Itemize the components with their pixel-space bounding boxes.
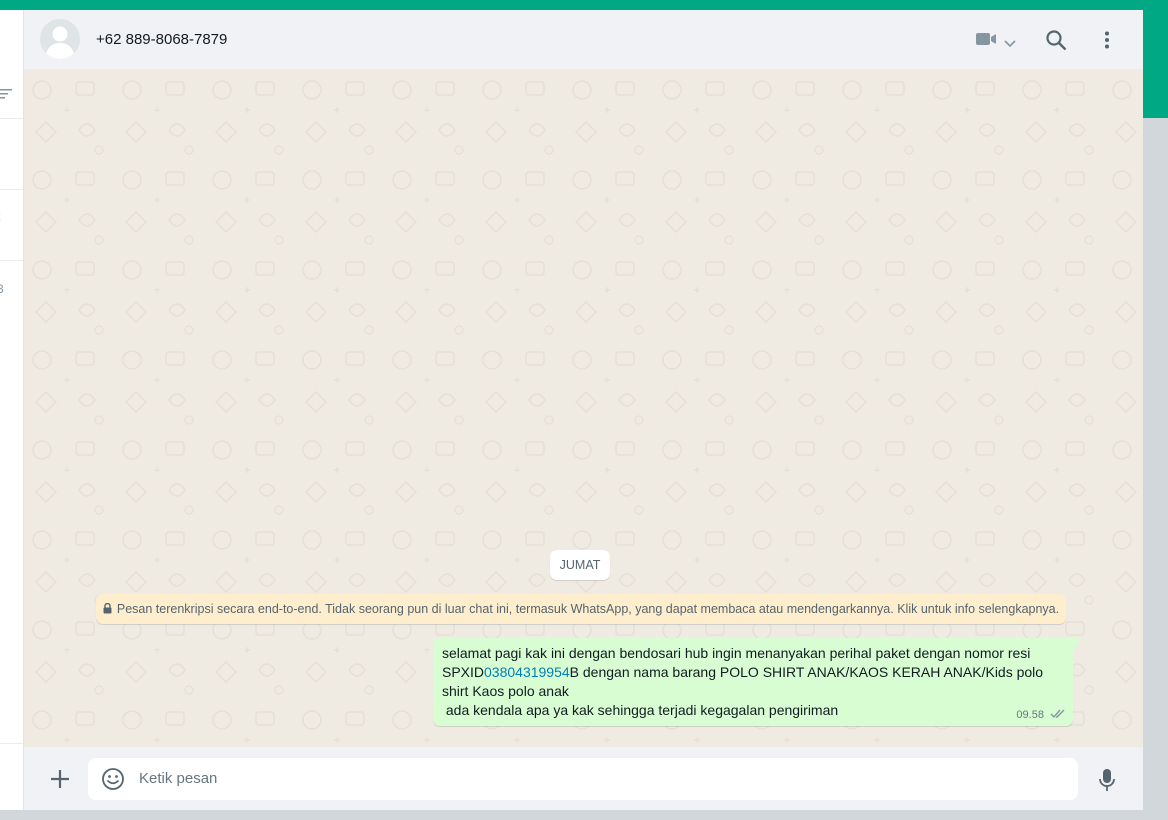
sidebar-divider [0, 189, 23, 190]
top-accent-bar [0, 0, 1168, 10]
emoji-icon[interactable] [101, 767, 125, 791]
avatar[interactable] [40, 19, 80, 59]
sidebar-divider [0, 743, 23, 744]
date-divider: JUMAT [550, 550, 610, 580]
tracking-number-link[interactable]: 03804319954 [484, 664, 570, 680]
chat-list-item-fragment[interactable]: 3 [0, 282, 4, 296]
bubble-tail [1073, 638, 1081, 651]
message-composer: Ketik pesan [24, 747, 1143, 810]
sidebar-divider [0, 260, 23, 261]
encryption-notice[interactable]: Pesan terenkripsi secara end-to-end. Tid… [96, 594, 1066, 624]
search-icon[interactable] [1046, 30, 1067, 56]
lock-icon [103, 595, 112, 624]
contact-name[interactable]: +62 889-8068-7879 [96, 31, 227, 48]
chat-messages-area[interactable]: JUMAT Pesan terenkripsi secara end-to-en… [24, 70, 1143, 747]
sidebar-divider [0, 118, 23, 119]
chat-header[interactable]: +62 889-8068-7879 [24, 10, 1143, 70]
video-call-icon[interactable] [976, 31, 998, 52]
message-time: 09.58 [1016, 709, 1044, 721]
bottom-background-strip [0, 810, 1143, 820]
outgoing-message[interactable]: selamat pagi kak ini dengan bendosari hu… [433, 638, 1081, 726]
default-avatar-icon [40, 19, 80, 59]
attach-plus-icon[interactable] [49, 768, 71, 790]
chevron-down-icon[interactable] [1004, 35, 1016, 53]
message-meta: 09.58 [1016, 708, 1066, 722]
microphone-icon[interactable] [1097, 768, 1117, 792]
message-input[interactable]: Ketik pesan [88, 758, 1078, 800]
message-text: selamat pagi kak ini dengan bendosari hu… [442, 644, 1067, 720]
double-check-icon [1050, 708, 1066, 722]
filter-icon[interactable] [0, 87, 12, 101]
right-accent-strip [1143, 10, 1168, 118]
message-input-placeholder[interactable]: Ketik pesan [139, 770, 217, 787]
encryption-notice-text: Pesan terenkripsi secara end-to-end. Tid… [116, 602, 1060, 616]
right-background-strip [1143, 118, 1168, 820]
menu-icon[interactable] [1104, 31, 1110, 54]
chat-list-sidebar: t 3 [0, 10, 24, 810]
